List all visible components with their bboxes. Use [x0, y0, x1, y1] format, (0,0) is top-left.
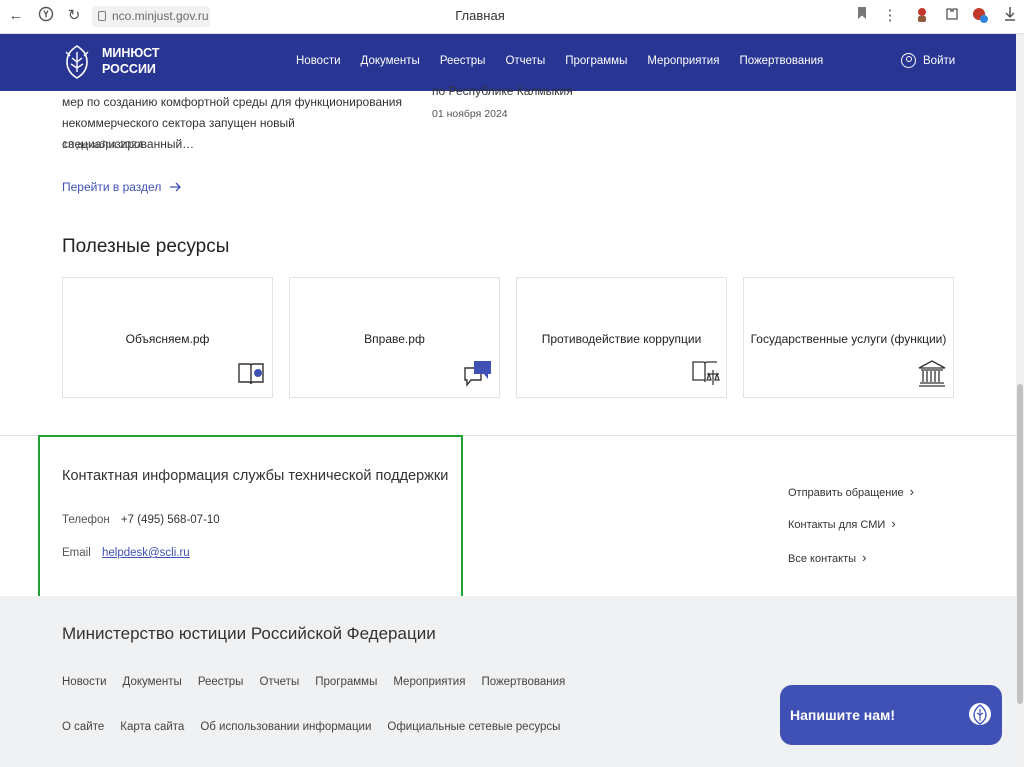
- news-item-line: мер по созданию комфортной среды для фун…: [62, 95, 402, 109]
- resource-card-label: Вправе.рф: [364, 332, 425, 346]
- write-us-button[interactable]: Напишите нам!: [780, 685, 1002, 745]
- resource-card-anticorruption[interactable]: Противодействие коррупции: [516, 277, 727, 398]
- resource-card-obyasnyaem[interactable]: Объясняем.рф: [62, 277, 273, 398]
- ministry-emblem-icon[interactable]: [62, 42, 92, 82]
- contact-email-row: Email helpdesk@scli.ru: [62, 547, 190, 559]
- page-scrollbar[interactable]: [1016, 34, 1024, 767]
- yandex-icon[interactable]: [36, 6, 56, 26]
- news-item-date: 13 декабря 2024: [62, 139, 143, 151]
- footer-link-reports[interactable]: Отчеты: [259, 676, 299, 688]
- send-request-link[interactable]: Отправить обращение: [788, 484, 914, 499]
- nav-item-events[interactable]: Мероприятия: [647, 55, 719, 67]
- back-icon[interactable]: ←: [6, 6, 26, 26]
- user-icon: [901, 53, 916, 68]
- logo-line2: РОССИИ: [102, 62, 156, 76]
- puzzle-icon[interactable]: [942, 6, 962, 26]
- contact-heading: Контактная информация службы технической…: [62, 468, 449, 484]
- login-label: Войти: [923, 54, 956, 67]
- footer-title: Министерство юстиции Российской Федераци…: [62, 624, 436, 643]
- nav-item-news[interactable]: Новости: [296, 55, 341, 67]
- footer-link-events[interactable]: Мероприятия: [393, 676, 465, 688]
- open-book-icon: [238, 363, 264, 385]
- profile-icon[interactable]: [970, 6, 990, 26]
- resources-heading: Полезные ресурсы: [62, 236, 230, 257]
- phone-label: Телефон: [62, 514, 110, 526]
- news-item-date: 01 ноября 2024: [432, 108, 508, 120]
- footer-link-registries[interactable]: Реестры: [198, 676, 244, 688]
- resource-card-label: Противодействие коррупции: [541, 332, 702, 346]
- login-button[interactable]: Войти: [901, 53, 955, 68]
- footer-link-sitemap[interactable]: Карта сайта: [120, 721, 184, 733]
- footer-link-news[interactable]: Новости: [62, 676, 107, 688]
- scales-book-icon: [692, 361, 720, 385]
- contact-phone-row: Телефон +7 (495) 568-07-10: [62, 514, 220, 526]
- goto-section-link[interactable]: Перейти в раздел: [62, 180, 182, 194]
- government-building-icon: [918, 360, 946, 387]
- lock-icon: [98, 11, 106, 21]
- resource-card-label: Государственные услуги (функции): [750, 332, 947, 346]
- media-contacts-link[interactable]: Контакты для СМИ: [788, 516, 896, 531]
- nav-item-documents[interactable]: Документы: [361, 55, 420, 67]
- address-bar[interactable]: nco.minjust.gov.ru: [92, 6, 210, 27]
- phone-value[interactable]: +7 (495) 568-07-10: [121, 514, 220, 526]
- more-menu-icon[interactable]: ⋮: [880, 6, 900, 26]
- all-contacts-link[interactable]: Все контакты: [788, 550, 866, 565]
- footer-link-about[interactable]: О сайте: [62, 721, 104, 733]
- chat-bubbles-icon: [464, 361, 491, 387]
- site-header: МИНЮСТ РОССИИ Новости Документы Реестры …: [0, 34, 1016, 91]
- extension-icon[interactable]: [912, 6, 932, 26]
- arrow-right-icon: [170, 182, 182, 192]
- footer-nav-primary: Новости Документы Реестры Отчеты Програм…: [62, 676, 581, 688]
- nav-item-donations[interactable]: Пожертвования: [739, 55, 823, 67]
- resource-card-gosuslugi[interactable]: Государственные услуги (функции): [743, 277, 954, 398]
- scrollbar-thumb[interactable]: [1017, 384, 1023, 704]
- nav-item-reports[interactable]: Отчеты: [505, 55, 545, 67]
- email-link[interactable]: helpdesk@scli.ru: [102, 547, 190, 559]
- site-logo[interactable]: МИНЮСТ РОССИИ: [102, 45, 160, 77]
- main-nav: Новости Документы Реестры Отчеты Програм…: [296, 55, 843, 67]
- footer-nav-secondary: О сайте Карта сайта Об использовании инф…: [62, 721, 576, 733]
- resource-card-vprave[interactable]: Вправе.рф: [289, 277, 500, 398]
- email-label: Email: [62, 547, 91, 559]
- news-item-title[interactable]: по Республике Калмыкия: [432, 84, 573, 98]
- address-text: nco.minjust.gov.ru: [112, 9, 209, 23]
- ministry-emblem-icon: [969, 703, 991, 725]
- footer-link-programs[interactable]: Программы: [315, 676, 377, 688]
- footer-link-documents[interactable]: Документы: [123, 676, 182, 688]
- reload-icon[interactable]: ↻: [64, 6, 84, 26]
- tab-title: Главная: [455, 8, 505, 23]
- write-us-label: Напишите нам!: [790, 707, 896, 723]
- nav-item-programs[interactable]: Программы: [565, 55, 627, 67]
- nav-item-registries[interactable]: Реестры: [440, 55, 486, 67]
- footer-link-donations[interactable]: Пожертвования: [481, 676, 565, 688]
- logo-line1: МИНЮСТ: [102, 46, 160, 60]
- footer-link-official-resources[interactable]: Официальные сетевые ресурсы: [387, 721, 560, 733]
- footer-link-usage-info[interactable]: Об использовании информации: [200, 721, 371, 733]
- download-icon[interactable]: [1000, 6, 1020, 26]
- browser-toolbar: ← ↻ nco.minjust.gov.ru Главная ⋮: [0, 0, 1024, 34]
- bookmark-icon[interactable]: [852, 6, 872, 26]
- goto-section-label: Перейти в раздел: [62, 180, 162, 194]
- resource-card-label: Объясняем.рф: [125, 332, 210, 346]
